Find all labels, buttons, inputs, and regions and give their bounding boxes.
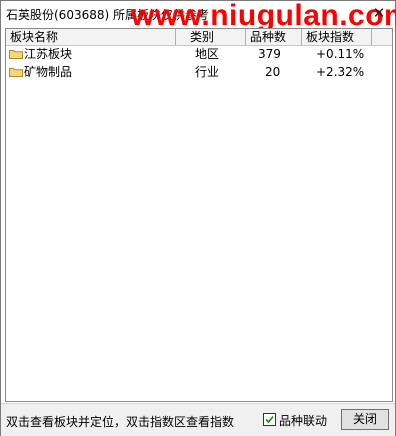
- column-header-count[interactable]: 品种数: [246, 29, 302, 45]
- column-header-category[interactable]: 类别: [176, 29, 246, 45]
- row-sector-name: 江苏板块: [24, 47, 73, 61]
- table-header: 板块名称 类别 品种数 板块指数: [6, 29, 392, 46]
- close-button[interactable]: 关闭: [341, 409, 389, 430]
- status-hint: 双击查看板块并定位，双击指数区查看指数: [6, 415, 235, 429]
- folder-icon: [9, 50, 23, 59]
- row-index-change: +2.32%: [316, 65, 365, 79]
- table-row[interactable]: 江苏板块 地区 379 +0.11%: [6, 46, 392, 62]
- title-bar: 石英股份(603688) 所属板块仅供参考 www.niugulan.com ✕: [1, 0, 396, 32]
- linkage-checkbox[interactable]: [263, 413, 276, 426]
- row-category: 行业: [195, 65, 220, 79]
- row-category: 地区: [195, 47, 220, 61]
- sector-table: 板块名称 类别 品种数 板块指数 江苏板块 地区 379 +0.11% 矿物制品…: [5, 28, 393, 402]
- column-header-index[interactable]: 板块指数: [302, 29, 372, 45]
- row-count: 20: [265, 65, 281, 79]
- sector-window: 石英股份(603688) 所属板块仅供参考 www.niugulan.com ✕…: [0, 0, 396, 436]
- column-header-filler: [372, 29, 392, 45]
- column-header-name[interactable]: 板块名称: [6, 29, 176, 45]
- row-index-change: +0.11%: [316, 47, 365, 61]
- table-row[interactable]: 矿物制品 行业 20 +2.32%: [6, 64, 392, 80]
- row-sector-name: 矿物制品: [24, 65, 73, 79]
- folder-icon: [9, 68, 23, 77]
- checkmark-icon: [265, 415, 274, 424]
- row-count: 379: [258, 47, 281, 61]
- close-icon[interactable]: ✕: [371, 5, 387, 21]
- linkage-checkbox-label[interactable]: 品种联动: [279, 412, 327, 429]
- status-bar: 双击查看板块并定位，双击指数区查看指数 品种联动 关闭: [1, 403, 395, 436]
